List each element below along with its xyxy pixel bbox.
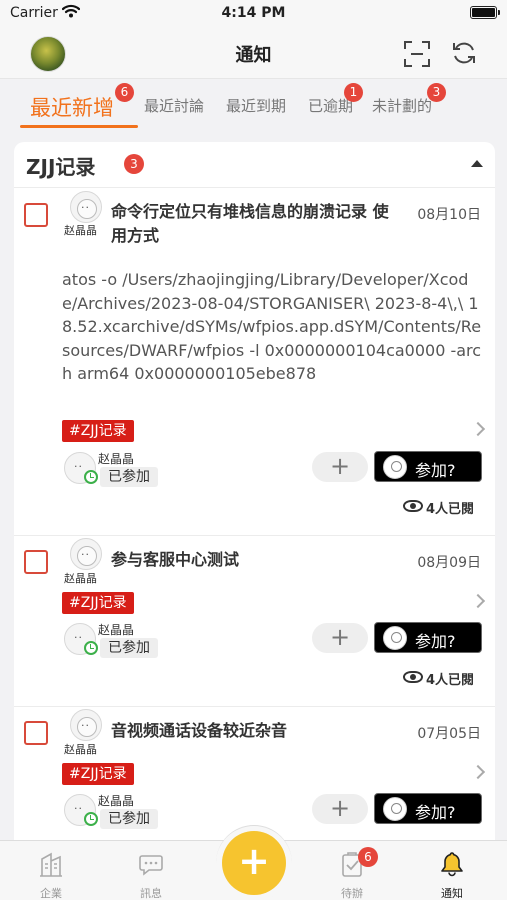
tab-recent-due[interactable]: 最近到期: [226, 95, 286, 116]
tabbar-item-messages[interactable]: 訊息: [111, 841, 191, 900]
author-avatar: [70, 709, 102, 741]
clock-icon: [84, 812, 98, 826]
clock-icon: [84, 470, 98, 484]
join-button-label: 参加?: [415, 461, 456, 480]
tab-badge: 1: [344, 83, 363, 102]
notification-item[interactable]: 赵晶晶 命令行定位只有堆栈信息的崩溃记录 使用方式 08月10日 atos -o…: [14, 188, 495, 536]
refresh-icon[interactable]: [451, 40, 477, 66]
item-checkbox[interactable]: [24, 203, 48, 227]
author-avatar: [70, 538, 102, 570]
bottom-tab-bar: + 企業 訊息 待辦 6 通知: [0, 825, 507, 900]
tabbar-label: 待辦: [341, 887, 363, 900]
item-tag[interactable]: #ZJJ记录: [62, 592, 134, 614]
chevron-right-icon[interactable]: [470, 593, 486, 609]
joined-status: 已参加: [100, 809, 158, 829]
item-date: 08月10日: [417, 207, 481, 223]
user-icon: [383, 455, 407, 479]
tab-recent-discussed[interactable]: 最近討論: [144, 95, 204, 116]
add-participant-button[interactable]: +: [312, 794, 368, 824]
tab-unplanned[interactable]: 未計劃的: [372, 95, 432, 116]
item-title: 音视频通话设备较近杂音: [111, 721, 288, 740]
tab-recent-added[interactable]: 最近新增: [30, 92, 114, 122]
active-tab-indicator: [20, 125, 138, 128]
tabbar-item-todo[interactable]: 待辦: [312, 841, 392, 900]
read-count[interactable]: 4人已閱: [426, 669, 474, 688]
clock-icon: [84, 641, 98, 655]
item-tag[interactable]: #ZJJ记录: [62, 763, 134, 785]
notification-item[interactable]: 赵晶晶 参与客服中心测试 08月09日 #ZJJ记录 赵晶晶 已参加 + 参加?…: [14, 536, 495, 707]
building-icon: [40, 852, 62, 877]
collapse-icon[interactable]: [471, 160, 483, 167]
navigation-bar: 通知: [0, 28, 507, 78]
tabbar-item-notifications[interactable]: 通知: [412, 841, 492, 900]
chat-bubble-icon: [139, 855, 163, 876]
item-body: atos -o /Users/zhaojingjing/Library/Deve…: [62, 270, 482, 383]
participant-name: 赵晶晶: [98, 452, 135, 466]
tabbar-item-enterprise[interactable]: 企業: [11, 841, 91, 900]
add-participant-button[interactable]: +: [312, 623, 368, 653]
author-name: 赵晶晶: [64, 743, 97, 756]
join-button-label: 参加?: [415, 803, 456, 822]
item-date: 07月05日: [417, 726, 481, 742]
item-date: 08月09日: [417, 555, 481, 571]
participant-name: 赵晶晶: [98, 794, 135, 808]
join-button[interactable]: 参加?: [374, 451, 482, 482]
group-count-badge: 3: [124, 154, 144, 174]
item-title: 命令行定位只有堆栈信息的崩溃记录 使用方式: [111, 202, 389, 245]
eye-icon: [403, 500, 423, 512]
group-header[interactable]: ZJJ记录 3: [14, 142, 495, 188]
bell-icon: [441, 852, 463, 877]
tabbar-label: 通知: [441, 887, 463, 900]
author-name: 赵晶晶: [64, 572, 97, 585]
read-count[interactable]: 4人已閱: [426, 498, 474, 517]
join-button[interactable]: 参加?: [374, 793, 482, 824]
author-avatar: [70, 191, 102, 223]
status-bar: Carrier 4:14 PM: [0, 0, 507, 28]
joined-status: 已参加: [100, 638, 158, 658]
item-title: 参与客服中心测试: [111, 550, 240, 569]
tabbar-label: 訊息: [140, 887, 162, 900]
chevron-right-icon[interactable]: [470, 764, 486, 780]
chevron-right-icon[interactable]: [470, 421, 486, 437]
item-tag[interactable]: #ZJJ记录: [62, 420, 134, 442]
item-checkbox[interactable]: [24, 550, 48, 574]
participant-name: 赵晶晶: [98, 623, 135, 637]
todo-badge: 6: [358, 847, 378, 867]
notification-group: ZJJ记录 3 赵晶晶 命令行定位只有堆栈信息的崩溃记录 使用方式 08月10日…: [14, 142, 495, 850]
joined-status: 已参加: [100, 467, 158, 487]
item-checkbox[interactable]: [24, 721, 48, 745]
author-name: 赵晶晶: [64, 224, 97, 237]
join-button[interactable]: 参加?: [374, 622, 482, 653]
tab-badge: 6: [115, 83, 134, 102]
add-participant-button[interactable]: +: [312, 452, 368, 482]
scan-icon[interactable]: [403, 40, 431, 68]
battery-icon: [470, 6, 500, 19]
tab-badge: 3: [427, 83, 446, 102]
join-button-label: 参加?: [415, 632, 456, 651]
eye-icon: [403, 671, 423, 683]
user-icon: [383, 626, 407, 650]
clock: 4:14 PM: [221, 5, 286, 21]
user-icon: [383, 797, 407, 821]
create-button[interactable]: +: [222, 831, 286, 895]
group-title: ZJJ记录: [26, 155, 96, 179]
tabbar-label: 企業: [40, 887, 62, 900]
filter-tabs: 最近新增 6 最近討論 最近到期 已逾期 1 未計劃的 3: [0, 78, 507, 130]
